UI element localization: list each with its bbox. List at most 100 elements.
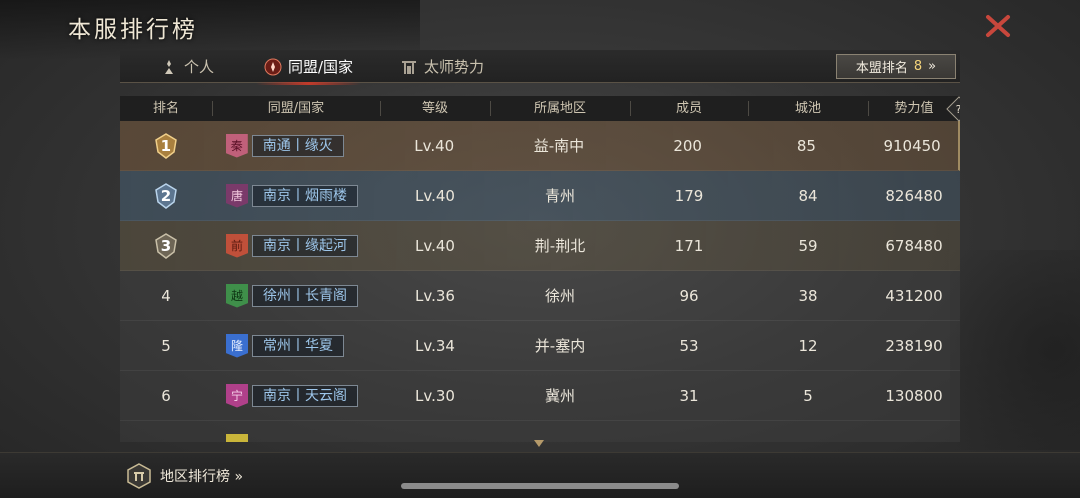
members-cell: 179	[674, 186, 704, 205]
gate-icon	[402, 60, 416, 74]
rank-number: 3	[160, 236, 172, 255]
rank-number: 4	[161, 286, 171, 305]
chevron-right-icon: »	[928, 59, 937, 74]
alliance-flag-icon: 隆	[226, 333, 248, 358]
bottom-bar: 地区排行榜 »	[0, 452, 1080, 498]
column-header: 城池	[748, 96, 868, 121]
table-row[interactable]: 6 宁 南京丨天云阁 Lv.30 冀州 31 5 130800	[120, 371, 960, 421]
rank-number: 2	[160, 186, 172, 205]
power-cell: 826480	[885, 186, 943, 205]
table-row-partial[interactable]	[120, 421, 960, 442]
table-header: 排名 同盟/国家 等级 所属地区 成员 城池 势力值 ?	[120, 96, 960, 122]
region-emblem-icon	[127, 463, 151, 489]
region-cell: 荆-荆北	[534, 237, 586, 255]
region-ranking-label: 地区排行榜 »	[160, 469, 244, 485]
cities-cell: 12	[798, 336, 818, 355]
close-button[interactable]	[982, 10, 1014, 42]
alliance-name[interactable]: 南京丨烟雨楼	[252, 184, 358, 207]
tab-personal[interactable]: 个人	[160, 50, 214, 83]
power-cell: 678480	[885, 236, 943, 255]
rank-cell: 3	[120, 232, 212, 260]
members-cell: 171	[674, 236, 704, 255]
alliance-name[interactable]: 南京丨天云阁	[252, 384, 358, 407]
my-alliance-rank-button[interactable]: 本盟排名 8 »	[836, 54, 956, 79]
level-cell: Lv.34	[415, 336, 455, 355]
rank-number: 1	[160, 136, 172, 155]
alliance-cell: 宁 南京丨天云阁	[212, 383, 380, 408]
table-row[interactable]: 5 隆 常州丨华夏 Lv.34 并-塞内 53 12 238190	[120, 321, 960, 371]
column-header: 所属地区	[490, 96, 630, 121]
silver-medal-icon: 2	[152, 182, 180, 210]
rank-number: 6	[161, 386, 171, 405]
scroll-down-icon	[534, 440, 544, 447]
rank-cell: 2	[120, 182, 212, 210]
power-cell: 910450	[883, 136, 941, 155]
cities-cell: 84	[798, 186, 818, 205]
level-cell: Lv.40	[415, 186, 455, 205]
alliance-flag-icon: 前	[226, 233, 248, 258]
tab-label: 太师势力	[424, 58, 485, 76]
ink-decoration-right	[950, 250, 1080, 450]
region-cell: 并-塞内	[534, 337, 586, 355]
tab-label: 个人	[184, 58, 215, 76]
column-header: 成员	[630, 96, 748, 121]
my-rank-label: 本盟排名	[855, 61, 908, 76]
alliance-flag-icon: 宁	[226, 383, 248, 408]
tab-master-power[interactable]: 太师势力	[400, 50, 484, 83]
alliance-cell: 越 徐州丨长青阁	[212, 283, 380, 308]
alliance-cell: 隆 常州丨华夏	[212, 333, 380, 358]
members-cell: 96	[679, 286, 699, 305]
members-cell: 53	[679, 336, 699, 355]
column-header: 同盟/国家	[212, 96, 380, 121]
question-icon: ?	[956, 102, 960, 116]
column-header: 排名	[152, 101, 179, 116]
alliance-name[interactable]: 常州丨华夏	[252, 334, 344, 357]
cities-cell: 5	[803, 386, 813, 405]
alliance-flag-icon: 唐	[226, 183, 248, 208]
table-row[interactable]: 2 唐 南京丨烟雨楼 Lv.40 青州 179 84 826480	[120, 171, 960, 221]
cities-cell: 38	[798, 286, 818, 305]
rank-number: 5	[161, 336, 171, 355]
power-cell: 130800	[885, 386, 943, 405]
close-icon	[986, 15, 1010, 37]
level-cell: Lv.30	[415, 386, 455, 405]
bronze-medal-icon: 3	[152, 232, 180, 260]
table-body: 1 秦 南通丨缘灭 Lv.40 益-南中 200 85 910450 2 唐 南…	[120, 121, 960, 442]
table-row[interactable]: 1 秦 南通丨缘灭 Lv.40 益-南中 200 85 910450	[120, 121, 960, 171]
alliance-name[interactable]: 南京丨缘起河	[252, 234, 358, 257]
region-ranking-button[interactable]: 地区排行榜 »	[126, 461, 243, 491]
tab-bar: 个人 同盟/国家 太师势力 本盟排名 8 »	[120, 50, 960, 85]
level-cell: Lv.40	[414, 136, 455, 155]
cities-cell: 59	[798, 236, 818, 255]
cities-cell: 85	[796, 136, 816, 155]
alliance-cell: 前 南京丨缘起河	[212, 233, 380, 258]
gold-medal-icon: 1	[152, 132, 180, 160]
column-header: 等级	[380, 96, 490, 121]
level-cell: Lv.36	[415, 286, 455, 305]
power-cell: 238190	[885, 336, 943, 355]
level-cell: Lv.40	[415, 236, 455, 255]
alliance-flag-icon: 秦	[225, 133, 248, 158]
alliance-cell: 唐 南京丨烟雨楼	[212, 183, 380, 208]
alliance-emblem-icon	[264, 58, 282, 75]
table-row[interactable]: 4 越 徐州丨长青阁 Lv.36 徐州 96 38 431200	[120, 271, 960, 321]
region-cell: 冀州	[544, 387, 575, 405]
alliance-name[interactable]: 徐州丨长青阁	[252, 284, 358, 307]
members-cell: 200	[673, 136, 702, 155]
rank-cell: 1	[120, 132, 212, 160]
members-cell: 31	[679, 386, 699, 405]
my-rank-value: 8	[913, 59, 923, 74]
tab-alliance[interactable]: 同盟/国家	[255, 50, 362, 85]
page-title: 本服排行榜	[68, 17, 198, 43]
alliance-name[interactable]: 南通丨缘灭	[251, 134, 344, 157]
person-icon	[165, 59, 173, 74]
alliance-cell: 秦 南通丨缘灭	[212, 133, 380, 158]
power-cell: 431200	[885, 286, 943, 305]
home-indicator[interactable]	[401, 483, 679, 489]
alliance-flag-icon: 越	[226, 283, 248, 308]
table-row[interactable]: 3 前 南京丨缘起河 Lv.40 荆-荆北 171 59 678480	[120, 221, 960, 271]
region-cell: 青州	[544, 187, 575, 205]
alliance-flag-icon	[226, 433, 248, 442]
region-cell: 徐州	[544, 287, 575, 305]
ranking-table[interactable]: 排名 同盟/国家 等级 所属地区 成员 城池 势力值 ? 1 秦 南通丨缘灭 L…	[120, 96, 960, 442]
